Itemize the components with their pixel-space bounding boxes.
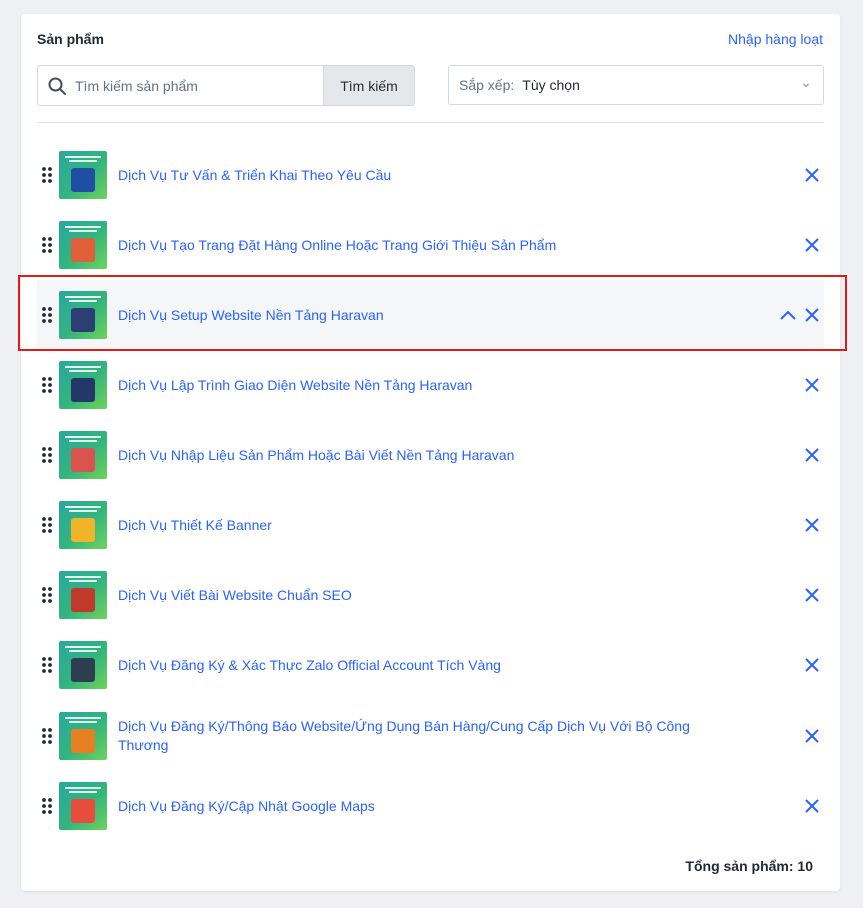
product-name-link[interactable]: Dịch Vụ Viết Bài Website Chuẩn SEO	[118, 586, 728, 605]
product-name-link[interactable]: Dịch Vụ Lập Trình Giao Diện Website Nền …	[118, 376, 728, 395]
product-name-link[interactable]: Dịch Vụ Đăng Ký/Thông Báo Website/Ứng Dụ…	[118, 717, 728, 755]
product-row-active: Dịch Vụ Setup Website Nền Tảng Haravan	[37, 280, 824, 350]
products-panel: Sản phẩm Nhập hàng loạt Tìm kiếm Sắp xếp…	[21, 14, 840, 891]
product-thumbnail	[59, 151, 107, 199]
search-input-wrap	[38, 66, 323, 105]
product-name-link[interactable]: Dịch Vụ Đăng Ký & Xác Thực Zalo Official…	[118, 656, 728, 675]
product-name-link[interactable]: Dịch Vụ Setup Website Nền Tảng Haravan	[118, 306, 728, 325]
bulk-import-link[interactable]: Nhập hàng loạt	[728, 31, 823, 47]
row-actions	[800, 490, 824, 560]
product-row: Dịch Vụ Thiết Kế Banner	[37, 490, 824, 560]
panel-title: Sản phẩm	[37, 31, 104, 47]
product-thumbnail	[59, 571, 107, 619]
product-thumbnail	[59, 221, 107, 269]
search-group: Tìm kiếm	[37, 65, 415, 106]
close-icon[interactable]	[800, 724, 824, 748]
close-icon[interactable]	[800, 233, 824, 257]
product-name-link[interactable]: Dịch Vụ Tạo Trang Đặt Hàng Online Hoặc T…	[118, 236, 728, 255]
close-icon[interactable]	[800, 373, 824, 397]
row-actions	[800, 210, 824, 280]
product-row: Dịch Vụ Đăng Ký & Xác Thực Zalo Official…	[37, 630, 824, 700]
product-thumbnail	[59, 431, 107, 479]
row-actions	[800, 140, 824, 210]
search-button[interactable]: Tìm kiếm	[323, 66, 414, 105]
drag-handle-icon[interactable]	[39, 376, 55, 394]
close-icon[interactable]	[800, 513, 824, 537]
product-name-link[interactable]: Dịch Vụ Thiết Kế Banner	[118, 516, 728, 535]
row-actions	[800, 350, 824, 420]
product-thumbnail	[59, 711, 107, 760]
row-actions	[800, 700, 824, 771]
product-name-link[interactable]: Dịch Vụ Đăng Ký/Cập Nhật Google Maps	[118, 797, 728, 816]
product-row: Dịch Vụ Đăng Ký/Thông Báo Website/Ứng Dụ…	[37, 700, 824, 771]
product-thumbnail	[59, 291, 107, 339]
drag-handle-icon[interactable]	[39, 656, 55, 674]
drag-handle-icon[interactable]	[39, 516, 55, 534]
product-row: Dịch Vụ Đăng Ký/Cập Nhật Google Maps	[37, 771, 824, 841]
row-actions	[776, 280, 824, 350]
product-name-link[interactable]: Dịch Vụ Tư Vấn & Triển Khai Theo Yêu Cầu	[118, 166, 728, 185]
row-actions	[800, 630, 824, 700]
drag-handle-icon[interactable]	[39, 727, 55, 745]
product-name-link[interactable]: Dịch Vụ Nhập Liệu Sản Phẩm Hoặc Bài Viết…	[118, 446, 728, 465]
product-row: Dịch Vụ Lập Trình Giao Diện Website Nền …	[37, 350, 824, 420]
close-icon[interactable]	[800, 303, 824, 327]
product-thumbnail	[59, 361, 107, 409]
chevron-down-icon	[803, 83, 809, 88]
close-icon[interactable]	[800, 583, 824, 607]
drag-handle-icon[interactable]	[39, 236, 55, 254]
product-list: Dịch Vụ Tư Vấn & Triển Khai Theo Yêu Cầu…	[37, 140, 824, 841]
close-icon[interactable]	[800, 794, 824, 818]
drag-handle-icon[interactable]	[39, 306, 55, 324]
search-input[interactable]	[67, 66, 323, 105]
product-thumbnail	[59, 641, 107, 689]
chevron-up-icon[interactable]	[776, 303, 800, 327]
drag-handle-icon[interactable]	[39, 446, 55, 464]
product-thumbnail	[59, 782, 107, 830]
drag-handle-icon[interactable]	[39, 586, 55, 604]
search-icon	[48, 77, 66, 95]
divider	[37, 122, 824, 123]
product-row: Dịch Vụ Viết Bài Website Chuẩn SEO	[37, 560, 824, 630]
product-row: Dịch Vụ Nhập Liệu Sản Phẩm Hoặc Bài Viết…	[37, 420, 824, 490]
close-icon[interactable]	[800, 443, 824, 467]
product-thumbnail	[59, 501, 107, 549]
row-actions	[800, 560, 824, 630]
product-row: Dịch Vụ Tạo Trang Đặt Hàng Online Hoặc T…	[37, 210, 824, 280]
row-actions	[800, 771, 824, 841]
sort-value: Tùy chọn	[522, 77, 580, 93]
close-icon[interactable]	[800, 163, 824, 187]
total-products: Tổng sản phẩm: 10	[685, 858, 813, 874]
product-row: Dịch Vụ Tư Vấn & Triển Khai Theo Yêu Cầu	[37, 140, 824, 210]
drag-handle-icon[interactable]	[39, 797, 55, 815]
drag-handle-icon[interactable]	[39, 166, 55, 184]
sort-label: Sắp xếp:	[459, 77, 515, 93]
sort-select[interactable]: Sắp xếp: Tùy chọn	[448, 65, 824, 105]
row-actions	[800, 420, 824, 490]
close-icon[interactable]	[800, 653, 824, 677]
